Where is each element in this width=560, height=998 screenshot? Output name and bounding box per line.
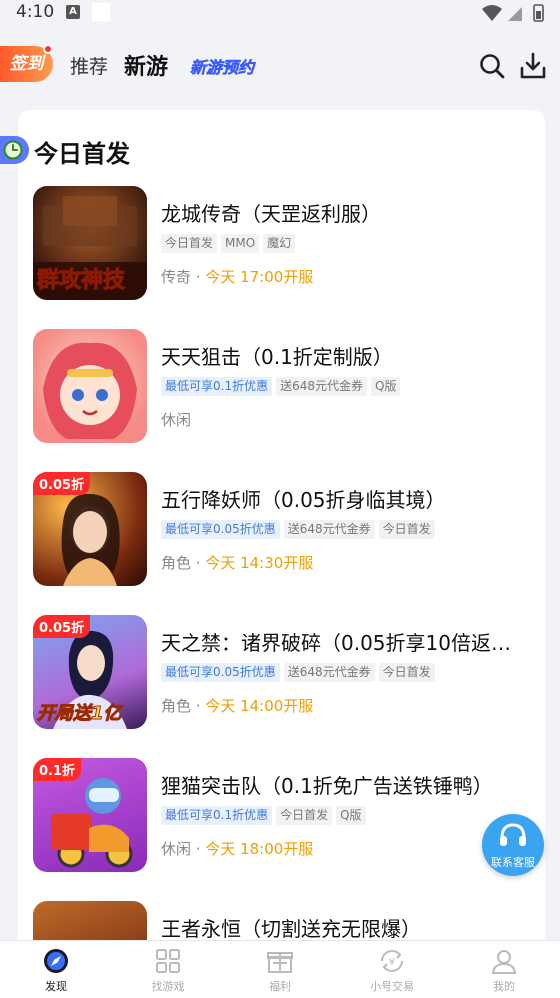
game-icon-five-elements: 0.05折 xyxy=(33,472,147,586)
game-list-item[interactable]: 0.05折 五行降妖师（0.05折身临其境） 最低可享0.05折优惠 送648元代… xyxy=(33,472,545,588)
game-icon-raccoon-squad: 0.1折 xyxy=(33,758,147,872)
game-icon-caption: 群攻神技 xyxy=(36,268,126,294)
status-bar: 4:10 A xyxy=(0,0,560,28)
section-title: 今日首发 xyxy=(34,140,130,168)
game-meta: 休闲 xyxy=(161,409,191,430)
top-header: 签到 推荐 新游 新游预约 xyxy=(0,40,560,90)
download-icon[interactable] xyxy=(519,52,547,80)
discount-tag: 最低可享0.1折优惠 xyxy=(161,377,273,396)
game-genre: 休闲 xyxy=(161,411,192,429)
game-genre: 角色 xyxy=(161,697,192,715)
game-meta: 角色 · 今天 14:00开服 xyxy=(161,697,314,715)
game-tags: 最低可享0.1折优惠 送648元代金券 Q版 xyxy=(161,375,404,396)
customer-service-button[interactable]: 联系客服 xyxy=(482,814,544,876)
customer-service-label: 联系客服 xyxy=(491,856,535,869)
discount-tag: 最低可享0.1折优惠 xyxy=(161,806,273,825)
game-list-item[interactable]: 群攻神技 龙城传奇（天罡返利服） 今日首发 MMO 魔幻 传奇 · 今天 17:00… xyxy=(33,186,545,302)
game-list-item[interactable]: 天天狙击（0.1折定制版） 最低可享0.1折优惠 送648元代金券 Q版 休闲 xyxy=(33,329,545,445)
headset-icon xyxy=(500,823,526,846)
game-icon-caption: 开局送1亿 xyxy=(37,703,123,725)
game-tag: Q版 xyxy=(371,377,401,396)
game-tags: 最低可享0.05折优惠 送648元代金券 今日首发 xyxy=(161,661,439,682)
nav-account-trade[interactable]: ¥ 小号交易 xyxy=(336,941,448,998)
game-meta: 休闲 · 今天 18:00开服 xyxy=(161,840,314,858)
game-tag: 今日首发 xyxy=(161,234,218,253)
game-tags: 最低可享0.1折优惠 今日首发 Q版 xyxy=(161,804,370,825)
server-open-time: 今天 17:00开服 xyxy=(205,268,314,286)
game-list-item[interactable]: 王者永恒（切割送充无限爆） xyxy=(33,901,545,940)
game-tag: 送648元代金券 xyxy=(283,663,375,682)
accessibility-icon: A xyxy=(66,5,80,19)
nav-profile[interactable]: 我的 xyxy=(448,941,560,998)
game-icon-heaven-forbidden: 0.05折 开局送1亿 xyxy=(33,615,147,729)
nav-label: 福利 xyxy=(269,980,291,993)
nav-label: 我的 xyxy=(493,980,515,993)
game-tag: 今日首发 xyxy=(378,520,435,539)
game-meta: 角色 · 今天 14:30开服 xyxy=(161,554,314,572)
game-title: 龙城传奇（天罡返利服） xyxy=(161,202,381,226)
status-time: 4:10 xyxy=(16,2,55,22)
clock-icon xyxy=(0,136,29,164)
sign-in-badge-dot xyxy=(43,44,53,54)
game-list-item[interactable]: 0.1折 狸猫突击队（0.1折免广告送铁锤鸭） 最低可享0.1折优惠 今日首发 Q版… xyxy=(33,758,545,874)
svg-text:¥: ¥ xyxy=(389,957,395,968)
nav-label: 小号交易 xyxy=(370,980,414,993)
yuan-exchange-icon: ¥ xyxy=(381,950,403,972)
game-list-item[interactable]: 0.05折 开局送1亿 天之禁：诸界破碎（0.05折享10倍返利） 最低可享0.… xyxy=(33,615,545,731)
grid-icon xyxy=(156,949,180,973)
game-genre: 传奇 xyxy=(161,268,192,286)
discount-badge: 0.05折 xyxy=(33,472,91,495)
search-icon[interactable] xyxy=(478,52,506,80)
tab-recommend[interactable]: 推荐 xyxy=(70,52,108,79)
game-genre: 角色 xyxy=(161,554,192,572)
game-meta: 传奇 · 今天 17:00开服 xyxy=(161,268,314,286)
bottom-navigation: 发现 找游戏 福利 ¥ 小号交易 我的 xyxy=(0,940,560,998)
game-tag: 今日首发 xyxy=(378,663,435,682)
game-tags: 今日首发 MMO 魔幻 xyxy=(161,232,299,253)
gift-icon xyxy=(267,952,293,973)
nav-discover[interactable]: 发现 xyxy=(0,941,112,998)
game-icon-daily-sniper xyxy=(33,329,147,443)
game-title: 王者永恒（切割送充无限爆） xyxy=(161,917,421,940)
game-tag: 送648元代金券 xyxy=(276,377,367,396)
compass-icon xyxy=(44,949,68,973)
user-icon xyxy=(491,950,517,974)
game-icon-dragon-city: 群攻神技 xyxy=(33,186,147,300)
game-tag: 今日首发 xyxy=(276,806,333,825)
server-open-time: 今天 18:00开服 xyxy=(205,840,314,858)
discount-badge: 0.1折 xyxy=(33,758,82,781)
status-icons xyxy=(482,4,544,22)
tab-new-game-preorder[interactable]: 新游预约 xyxy=(190,54,255,78)
game-tags: 最低可享0.05折优惠 送648元代金券 今日首发 xyxy=(161,518,439,539)
nav-label: 找游戏 xyxy=(151,980,185,993)
nav-find-games[interactable]: 找游戏 xyxy=(112,941,224,998)
game-tag: MMO xyxy=(221,234,260,253)
tab-new-games[interactable]: 新游 xyxy=(124,49,168,81)
game-tag: 魔幻 xyxy=(263,234,296,253)
game-title: 狸猫突击队（0.1折免广告送铁锤鸭） xyxy=(161,774,493,798)
game-tag: 送648元代金券 xyxy=(283,520,375,539)
discount-tag: 最低可享0.05折优惠 xyxy=(161,520,280,539)
discount-badge: 0.05折 xyxy=(33,615,91,638)
game-title: 天之禁：诸界破碎（0.05折享10倍返利） xyxy=(161,631,529,655)
nav-welfare[interactable]: 福利 xyxy=(224,941,336,998)
game-genre: 休闲 xyxy=(161,840,192,858)
server-open-time: 今天 14:00开服 xyxy=(205,697,314,715)
nav-label: 发现 xyxy=(45,980,67,993)
game-title: 五行降妖师（0.05折身临其境） xyxy=(161,488,446,512)
game-title: 天天狙击（0.1折定制版） xyxy=(161,345,393,369)
discount-tag: 最低可享0.05折优惠 xyxy=(161,663,280,682)
game-tag: Q版 xyxy=(336,806,366,825)
game-icon-king-eternal xyxy=(33,901,147,940)
notification-icon xyxy=(92,3,110,21)
server-open-time: 今天 14:30开服 xyxy=(205,554,314,572)
sign-in-label: 签到 xyxy=(9,54,44,74)
